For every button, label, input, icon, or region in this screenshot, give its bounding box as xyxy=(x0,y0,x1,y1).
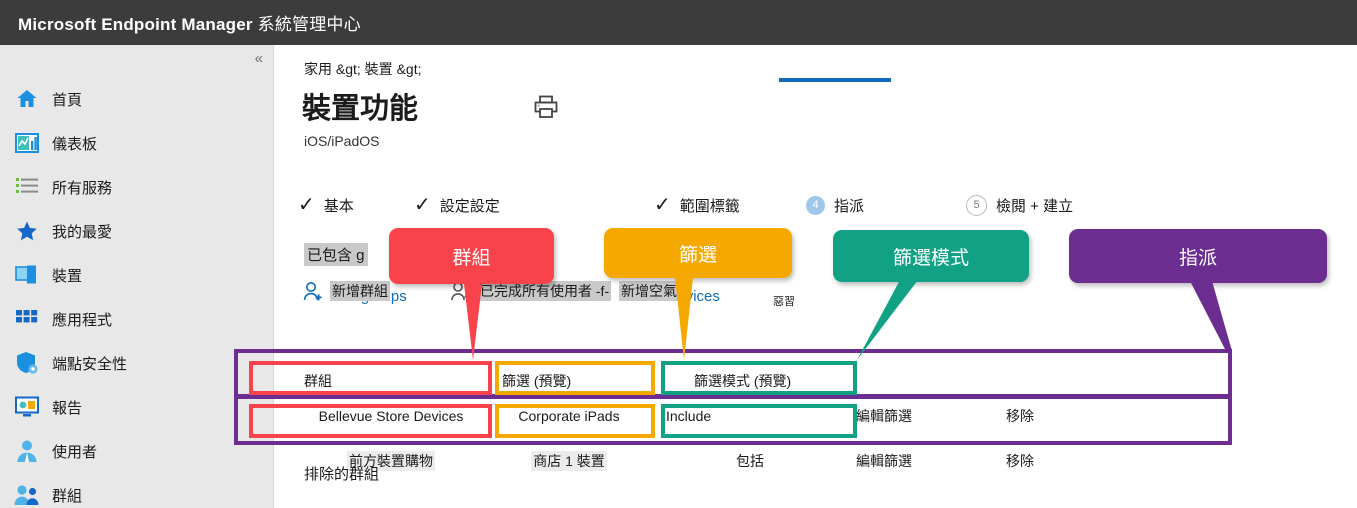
add-groups-label-zh: 新增群組 xyxy=(330,281,390,301)
user-icon xyxy=(14,438,40,464)
table-row[interactable]: Bellevue Store Devices Corporate iPads I… xyxy=(274,395,1232,437)
sidebar-item-label: 端點安全性 xyxy=(52,355,128,373)
sidebar-item-favorites[interactable]: 我的最愛 xyxy=(0,209,273,253)
step-number-badge: 5 xyxy=(966,194,987,216)
add-all-devices-label-zh: 新增空氣 xyxy=(619,281,679,301)
column-header-filter-mode: 篩選模式 (預覽) xyxy=(694,373,792,389)
wizard-step-configuration[interactable]: ✓ 設定設定 xyxy=(414,191,500,219)
devices-icon xyxy=(14,262,40,288)
assignments-table: Bellevue Store Devices Corporate iPads I… xyxy=(274,395,1232,490)
add-groups-button[interactable]: Add groups 新增群組 xyxy=(302,281,458,307)
sidebar-item-label: 群組 xyxy=(52,487,83,505)
sidebar-item-label: 應用程式 xyxy=(52,311,113,329)
cell-filter-mode: Include xyxy=(666,408,712,424)
wizard-step-label: 檢閱 + 建立 xyxy=(996,197,1074,215)
shield-icon xyxy=(14,350,40,376)
apps-icon xyxy=(14,306,40,332)
table-row[interactable]: 前方裝置購物 商店 1 裝置 包括 編輯篩選 移除 xyxy=(274,440,1232,482)
wizard-step-label: 指派 xyxy=(834,197,865,215)
sidebar-item-reports[interactable]: 報告 xyxy=(0,385,273,429)
sidebar-item-label: 儀表板 xyxy=(52,135,98,153)
active-step-underline xyxy=(779,78,891,82)
wizard-step-assignments[interactable]: 4 指派 xyxy=(806,191,864,219)
cell-filter-mode: 包括 xyxy=(736,453,764,469)
sidebar-item-endpoint-security[interactable]: 端點安全性 xyxy=(0,341,273,385)
breadcrumb[interactable]: 家用 &gt; 裝置 &gt; xyxy=(304,59,421,79)
sidebar-item-label: 所有服務 xyxy=(52,179,113,197)
page-subtitle: iOS/iPadOS xyxy=(304,133,380,149)
check-icon: ✓ xyxy=(414,194,431,216)
assignments-table-header: 群組 篩選 (預覽) 篩選模式 (預覽) xyxy=(304,371,1064,393)
remove-link[interactable]: 移除 xyxy=(1006,440,1034,482)
svg-text:A: A xyxy=(464,289,472,301)
check-icon: ✓ xyxy=(654,194,671,216)
wizard-step-basics[interactable]: ✓ 基本 xyxy=(298,191,354,219)
sidebar-item-label: 我的最愛 xyxy=(52,223,113,241)
dashboard-icon xyxy=(14,130,40,156)
page-title: 裝置功能 xyxy=(302,93,419,125)
all-services-icon xyxy=(14,174,40,200)
add-all-devices-label-extra: 惡習 xyxy=(773,296,795,308)
wizard-step-scope-tags[interactable]: ✓ 範圍標籤 xyxy=(654,191,740,219)
collapse-sidebar-button[interactable]: « xyxy=(255,51,263,66)
cell-group: Bellevue Store Devices xyxy=(318,408,464,424)
check-icon: ✓ xyxy=(298,194,315,216)
printer-icon[interactable] xyxy=(532,95,562,121)
step-number-badge: 4 xyxy=(806,195,825,215)
remove-link[interactable]: 移除 xyxy=(1006,395,1034,437)
wizard-step-label: 範圍標籤 xyxy=(679,197,740,215)
sidebar-item-users[interactable]: 使用者 xyxy=(0,429,273,473)
add-all-users-icon: A xyxy=(450,281,472,303)
add-all-devices-button[interactable]: Add all devices 新增空氣 惡習 xyxy=(619,281,819,308)
sidebar-item-label: 報告 xyxy=(52,399,83,417)
included-groups-label: 已包含 g xyxy=(304,243,368,266)
cell-filter: Corporate iPads xyxy=(518,408,620,424)
wizard-steps: ✓ 基本 ✓ 設定設定 ✓ 範圍標籤 4 指派 5 檢閱 + 建立 xyxy=(298,191,1348,227)
sidebar-item-dashboard[interactable]: 儀表板 xyxy=(0,121,273,165)
star-icon xyxy=(14,218,40,244)
sidebar: « 首頁 儀表板 所有服務 我的最愛 裝置 應用程式 端點安全性 報告 使用者 … xyxy=(0,45,274,508)
sidebar-item-home[interactable]: 首頁 xyxy=(0,77,273,121)
sidebar-item-groups[interactable]: 群組 xyxy=(0,473,273,508)
groups-icon xyxy=(14,482,40,508)
edit-filter-link[interactable]: 編輯篩選 xyxy=(856,440,912,482)
wizard-step-label: 設定設定 xyxy=(439,197,500,215)
excluded-groups-label: 排除的群組 xyxy=(304,466,380,483)
add-group-icon xyxy=(302,281,324,303)
column-header-filter: 篩選 (預覽) xyxy=(502,373,572,389)
sidebar-item-devices[interactable]: 裝置 xyxy=(0,253,273,297)
sidebar-item-label: 使用者 xyxy=(52,443,98,461)
column-header-group: 群組 xyxy=(304,373,332,389)
sidebar-nav-list: 首頁 儀表板 所有服務 我的最愛 裝置 應用程式 端點安全性 報告 使用者 群組 xyxy=(0,77,273,508)
top-bar: Microsoft Endpoint Manager 系統管理中心 xyxy=(0,0,1357,45)
add-all-users-label-zh: 已完成所有使用者 -f- xyxy=(478,281,612,301)
sidebar-item-label: 首頁 xyxy=(52,91,83,109)
app-brand: Microsoft Endpoint Manager 系統管理中心 xyxy=(18,10,361,35)
main-content: 家用 &gt; 裝置 &gt; 裝置功能 iOS/iPadOS ✓ 基本 ✓ 設… xyxy=(274,45,1357,508)
reports-icon xyxy=(14,394,40,420)
sidebar-item-all-services[interactable]: 所有服務 xyxy=(0,165,273,209)
wizard-step-label: 基本 xyxy=(323,197,354,215)
edit-filter-link[interactable]: 編輯篩選 xyxy=(856,395,912,437)
sidebar-item-apps[interactable]: 應用程式 xyxy=(0,297,273,341)
wizard-step-review-create[interactable]: 5 檢閱 + 建立 xyxy=(966,191,1073,219)
row-separator xyxy=(274,437,1232,439)
home-icon xyxy=(14,86,40,112)
cell-filter: 商店 1 裝置 xyxy=(531,451,607,471)
brand-rest: 系統管理中心 xyxy=(252,15,361,34)
brand-bold: Microsoft Endpoint Manager xyxy=(18,15,253,34)
sidebar-item-label: 裝置 xyxy=(52,267,83,285)
